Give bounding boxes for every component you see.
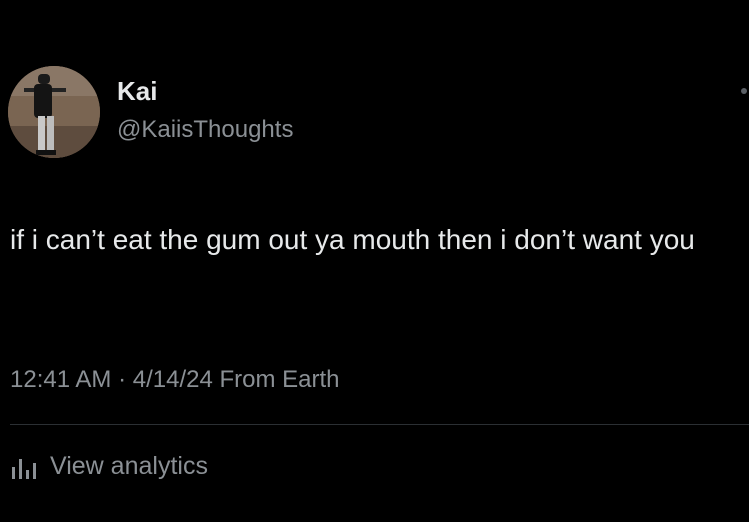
- avatar-photo-icon: [8, 66, 100, 158]
- tweet-text: if i can’t eat the gum out ya mouth then…: [10, 224, 695, 255]
- user-handle[interactable]: @KaiisThoughts: [117, 116, 293, 144]
- divider: [10, 424, 749, 425]
- bar-chart-icon: [10, 453, 40, 479]
- tweet-card: Kai @KaiisThoughts if i can’t eat the gu…: [0, 0, 749, 522]
- view-analytics-button[interactable]: View analytics: [10, 449, 208, 483]
- avatar[interactable]: [8, 66, 100, 158]
- tweet-timestamp[interactable]: 12:41 AM · 4/14/24 From Earth: [10, 365, 340, 395]
- view-analytics-label: View analytics: [50, 452, 208, 480]
- more-options-icon[interactable]: [741, 88, 747, 94]
- display-name[interactable]: Kai: [117, 76, 157, 106]
